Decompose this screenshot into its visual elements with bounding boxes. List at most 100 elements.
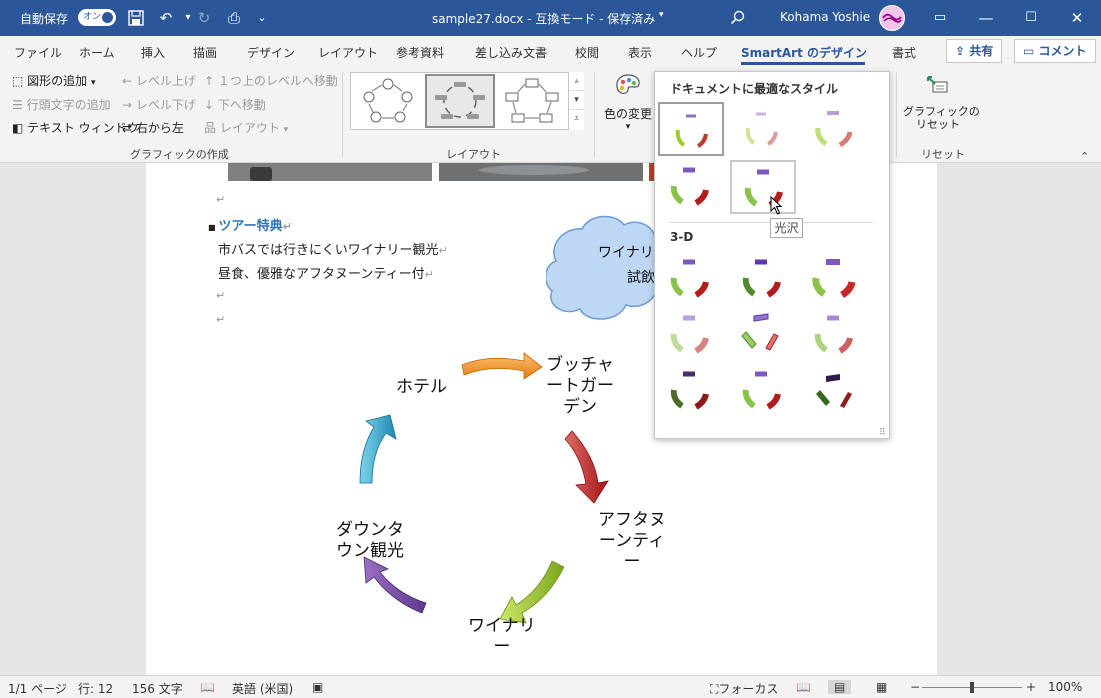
- style-option-moderate[interactable]: [658, 160, 724, 214]
- undo-icon[interactable]: ↶: [154, 6, 178, 30]
- zoom-slider[interactable]: [922, 682, 1022, 693]
- redo-icon[interactable]: ↻: [192, 6, 216, 30]
- user-name: Kohama Yoshie: [780, 10, 871, 24]
- tab-smartart-design[interactable]: SmartArt のデザイン: [741, 44, 867, 61]
- zoom-in-icon[interactable]: +: [1026, 680, 1036, 694]
- reset-graphic-button[interactable]: グラフィックの リセット: [903, 72, 980, 138]
- group-separator: [896, 72, 897, 158]
- style-option-3d-powder[interactable]: [658, 308, 724, 362]
- tab-home[interactable]: ホーム: [79, 44, 115, 61]
- arrow-up-icon: ↑: [204, 74, 218, 88]
- gallery-expand-icon[interactable]: ⩡: [569, 110, 584, 128]
- avatar[interactable]: [879, 5, 905, 31]
- tab-file[interactable]: ファイル: [14, 44, 62, 61]
- style-option-simple[interactable]: [658, 102, 724, 156]
- minimize-icon[interactable]: —: [974, 6, 998, 30]
- line-number[interactable]: 行: 12: [78, 680, 113, 697]
- tour-benefits-text: ツアー特典: [218, 219, 283, 234]
- tab-review[interactable]: 校閲: [575, 44, 599, 61]
- smartart-node-butchart-garden[interactable]: ブッチャ ートガー デン: [546, 355, 614, 418]
- maximize-icon[interactable]: ☐: [1019, 6, 1043, 30]
- style-option-3d-brick[interactable]: [730, 308, 796, 362]
- right-to-left-button[interactable]: ⇄ 右から左: [122, 119, 184, 136]
- gallery-scroll-down-icon[interactable]: ▾: [569, 91, 584, 110]
- promote-button[interactable]: ← レベル上げ: [122, 72, 196, 89]
- title-dropdown-icon[interactable]: ▾: [659, 10, 664, 20]
- move-down-button[interactable]: ↓ 下へ移動: [204, 96, 266, 113]
- style-option-3d-flat-scene[interactable]: [658, 364, 724, 418]
- style-option-3d-inset[interactable]: [730, 252, 796, 306]
- body-line-1[interactable]: 市バスでは行きにくいワイナリー観光↵: [218, 239, 448, 258]
- layout-option-basic-cycle[interactable]: [357, 76, 419, 126]
- layout-button[interactable]: 品 レイアウト ▾: [204, 119, 288, 136]
- gallery-scroll-up-icon[interactable]: ▴: [569, 72, 584, 91]
- word-count[interactable]: 156 文字: [132, 680, 183, 697]
- comments-button[interactable]: ▭ コメント: [1014, 39, 1096, 63]
- search-icon[interactable]: [726, 6, 750, 30]
- text-pane-button[interactable]: ◧ テキスト ウィンドウ: [12, 119, 139, 136]
- tab-references[interactable]: 参考資料: [396, 44, 444, 61]
- share-button[interactable]: ⇪ 共有: [946, 39, 1003, 63]
- close-icon[interactable]: ✕: [1065, 6, 1089, 30]
- tab-view[interactable]: 表示: [628, 44, 652, 61]
- smartart-node-winery[interactable]: ワイナリ ー: [468, 616, 536, 658]
- tab-layout[interactable]: レイアウト: [318, 44, 378, 61]
- macro-icon[interactable]: ▣: [312, 680, 323, 694]
- body-line-2[interactable]: 昼食、優雅なアフタヌーンティー付↵: [218, 263, 434, 282]
- change-colors-button[interactable]: 色の変更 ▾: [603, 72, 653, 138]
- resize-grip-icon[interactable]: ⠿: [879, 428, 886, 438]
- smartart-node-afternoon-tea[interactable]: アフタヌ ーンティ ー: [598, 510, 666, 573]
- bullet-icon: ■: [208, 223, 219, 232]
- arrow-down-icon: ↓: [204, 98, 218, 112]
- tab-mailings[interactable]: 差し込み文書: [475, 44, 547, 61]
- smartart-node-hotel[interactable]: ホテル: [396, 377, 447, 398]
- smartart-cycle-arrows[interactable]: [336, 343, 666, 663]
- style-option-3d-sunset[interactable]: [802, 364, 868, 418]
- focus-mode-button[interactable]: ⛶フォーカス: [710, 680, 778, 697]
- move-up-button[interactable]: ↑ １つ上のレベルへ移動: [204, 72, 338, 89]
- tour-benefits-heading[interactable]: ■ ツアー特典↵: [208, 215, 292, 234]
- style-option-glossy[interactable]: [730, 160, 796, 214]
- ribbon-display-icon[interactable]: ▭: [928, 6, 952, 30]
- style-option-3d-bird-eye[interactable]: [802, 308, 868, 362]
- zoom-level[interactable]: 100%: [1048, 680, 1082, 694]
- print-layout-icon[interactable]: ▤: [828, 680, 852, 694]
- tab-design[interactable]: デザイン: [247, 44, 295, 61]
- print-preview-icon[interactable]: ⎙: [222, 6, 246, 30]
- group-separator: [342, 72, 343, 158]
- style-option-3d-polished[interactable]: [658, 252, 724, 306]
- layout-gallery-scroll[interactable]: ▴ ▾ ⩡: [568, 72, 584, 130]
- photo-street[interactable]: [228, 163, 432, 181]
- collapse-ribbon-icon[interactable]: ⌃: [1080, 150, 1089, 163]
- change-colors-dropdown-icon: ▾: [625, 122, 631, 132]
- smartart-node-downtown[interactable]: ダウンタ ウン観光: [336, 520, 404, 562]
- layout-option-block-cycle[interactable]: [501, 76, 563, 126]
- save-icon[interactable]: [124, 6, 148, 30]
- add-shape-button[interactable]: ⬚ 図形の追加 ▾: [12, 72, 96, 89]
- right-to-left-icon: ⇄: [122, 121, 136, 135]
- photo-fountain[interactable]: [439, 163, 643, 181]
- read-mode-icon[interactable]: 📖: [796, 680, 811, 694]
- tab-format[interactable]: 書式: [892, 44, 916, 61]
- style-option-white-outline[interactable]: [730, 102, 796, 156]
- mouse-cursor-icon: [770, 196, 783, 215]
- demote-button[interactable]: → レベル下げ: [122, 96, 196, 113]
- style-option-subtle[interactable]: [802, 102, 868, 156]
- tab-insert[interactable]: 挿入: [141, 44, 165, 61]
- add-bullet-button[interactable]: ☰ 行頭文字の追加: [12, 96, 111, 113]
- style-option-3d-cartoon[interactable]: [802, 252, 868, 306]
- tab-help[interactable]: ヘルプ: [681, 44, 717, 61]
- page-count[interactable]: 1/1 ページ: [8, 680, 67, 697]
- tab-draw[interactable]: 描画: [193, 44, 217, 61]
- language[interactable]: 英語 (米国): [232, 680, 293, 697]
- palette-icon: [616, 74, 640, 94]
- layout-option-text-cycle-selected[interactable]: [425, 74, 495, 128]
- proofing-icon[interactable]: 📖: [200, 680, 215, 694]
- style-option-3d-metallic[interactable]: [730, 364, 796, 418]
- zoom-out-icon[interactable]: −: [910, 680, 920, 694]
- zoom-slider-thumb[interactable]: [970, 682, 974, 693]
- reset-graphic-label: グラフィックの リセット: [903, 105, 980, 131]
- customize-qat-icon[interactable]: ⌄: [250, 6, 274, 30]
- web-layout-icon[interactable]: ▦: [876, 680, 887, 694]
- autosave-toggle[interactable]: オン: [78, 9, 116, 26]
